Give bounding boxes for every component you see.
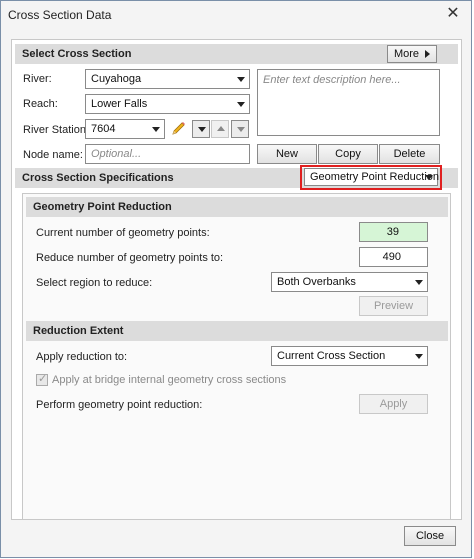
select-cross-section-title: Select Cross Section (22, 48, 132, 60)
triangle-right-icon (425, 50, 431, 59)
specification-mode-select[interactable]: Geometry Point Reduction (304, 168, 440, 186)
description-placeholder: Enter text description here... (263, 74, 401, 86)
reach-select[interactable]: Lower Falls (85, 94, 250, 114)
next-station-down-button[interactable] (192, 120, 210, 138)
current-points-value: 39 (386, 226, 399, 238)
river-select[interactable]: Cuyahoga (85, 69, 250, 89)
specification-mode-value: Geometry Point Reduction (310, 171, 440, 183)
triangle-down-icon (198, 127, 206, 132)
checkmark-icon: ✓ (38, 373, 48, 385)
main-panel: Select Cross Section More River: Cuyahog… (11, 39, 462, 520)
triangle-down-icon (237, 127, 245, 132)
bridge-sections-checkbox[interactable]: ✓ (36, 373, 48, 386)
reduce-points-label: Reduce number of geometry points to: (36, 252, 224, 264)
reduce-points-value: 490 (382, 251, 401, 263)
chevron-down-icon (237, 102, 245, 107)
chevron-down-icon (415, 354, 423, 359)
cross-section-data-window: Cross Section Data ✕ Select Cross Sectio… (0, 0, 472, 558)
select-region-label: Select region to reduce: (36, 277, 153, 289)
cross-section-specifications-title: Cross Section Specifications (22, 172, 174, 184)
current-points-field: 39 (359, 222, 428, 242)
preview-button[interactable]: Preview (359, 296, 428, 316)
bridge-sections-label: Apply at bridge internal geometry cross … (52, 374, 287, 386)
description-field[interactable]: Enter text description here... (257, 69, 440, 136)
reduce-points-field[interactable]: 490 (359, 247, 428, 267)
delete-button[interactable]: Delete (379, 144, 440, 164)
river-label: River: (23, 73, 52, 85)
chevron-down-icon (415, 280, 423, 285)
node-name-placeholder: Optional... (91, 148, 142, 160)
geometry-point-reduction-title: Geometry Point Reduction (33, 201, 172, 213)
new-button[interactable]: New (257, 144, 317, 164)
chevron-down-icon (425, 175, 433, 180)
close-icon[interactable]: ✕ (443, 4, 463, 24)
node-name-label: Node name: (23, 149, 83, 161)
title-bar: Cross Section Data ✕ (1, 1, 471, 29)
previous-station-up-button[interactable] (211, 120, 229, 138)
geometry-point-reduction-panel: Geometry Point Reduction Current number … (22, 193, 451, 520)
triangle-up-icon (217, 126, 225, 131)
region-select[interactable]: Both Overbanks (271, 272, 428, 292)
river-station-value: 7604 (91, 123, 116, 135)
chevron-down-icon (237, 77, 245, 82)
apply-reduction-to-select[interactable]: Current Cross Section (271, 346, 428, 366)
more-button[interactable]: More (387, 45, 437, 63)
geometry-point-reduction-header: Geometry Point Reduction (26, 197, 448, 217)
reach-value: Lower Falls (91, 98, 148, 110)
more-button-label: More (393, 48, 419, 60)
reach-label: Reach: (23, 98, 58, 110)
reduction-extent-header: Reduction Extent (26, 321, 448, 341)
perform-reduction-label: Perform geometry point reduction: (36, 399, 203, 411)
pencil-icon[interactable] (168, 119, 188, 139)
current-points-label: Current number of geometry points: (36, 227, 210, 239)
node-name-field[interactable]: Optional... (85, 144, 250, 164)
apply-button[interactable]: Apply (359, 394, 428, 414)
copy-button[interactable]: Copy (318, 144, 378, 164)
window-title: Cross Section Data (8, 8, 112, 22)
river-station-label: River Station: (23, 124, 90, 136)
reduction-extent-title: Reduction Extent (33, 325, 124, 337)
region-value: Both Overbanks (277, 276, 356, 288)
chevron-down-icon (152, 127, 160, 132)
station-list-button[interactable] (231, 120, 249, 138)
apply-reduction-to-value: Current Cross Section (277, 350, 386, 362)
river-station-select[interactable]: 7604 (85, 119, 165, 139)
close-button[interactable]: Close (404, 526, 456, 546)
river-value: Cuyahoga (91, 73, 142, 85)
apply-reduction-to-label: Apply reduction to: (36, 351, 128, 363)
